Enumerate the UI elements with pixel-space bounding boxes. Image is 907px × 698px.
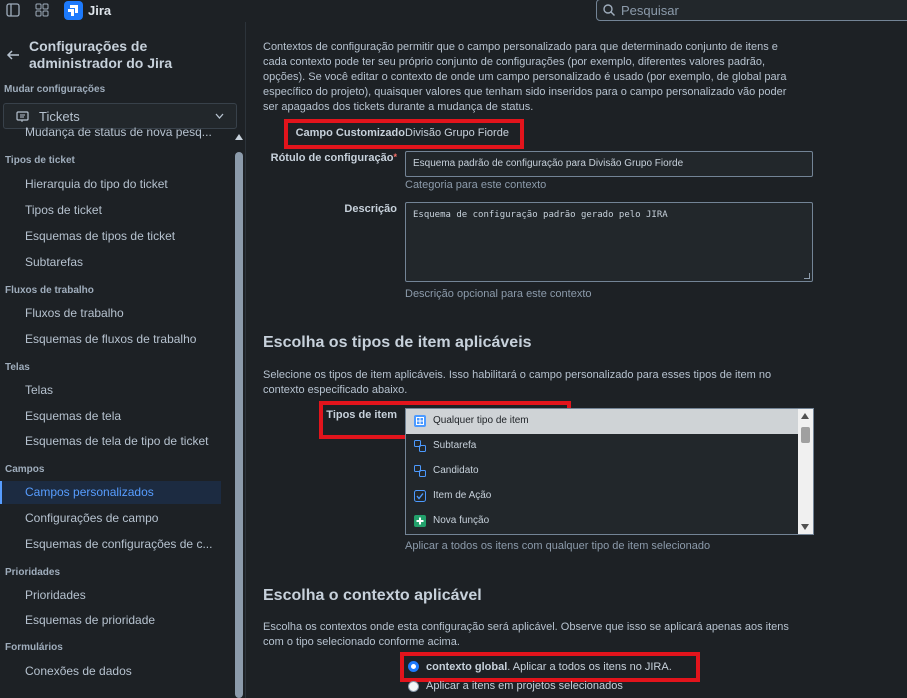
config-label-label: Rótulo de configuração* — [257, 152, 397, 164]
item-type-label: Item de Ação — [433, 490, 492, 501]
description-help: Descrição opcional para este contexto — [405, 288, 592, 300]
sidebar-item[interactable]: Campos personalizados — [25, 485, 220, 499]
sidebar-section-label: Tipos de ticket — [5, 155, 75, 166]
config-help: Categoria para este contexto — [405, 179, 547, 191]
sidebar-item[interactable]: Esquemas de tela — [25, 409, 220, 423]
sidebar-item[interactable]: Conexões de dados — [25, 664, 220, 678]
sidebar-section-label: Prioridades — [5, 567, 61, 578]
item-type-label: Qualquer tipo de item — [433, 415, 529, 426]
top-bar: Jira Pesquisar — [0, 0, 907, 22]
custom-field-label: Campo Customizado — [295, 127, 405, 139]
resize-handle-icon[interactable] — [804, 273, 810, 279]
item-type-option[interactable]: Qualquer tipo de item — [406, 409, 799, 434]
sidebar-item[interactable]: Subtarefas — [25, 255, 220, 269]
sidebar-item[interactable]: Prioridades — [25, 588, 220, 602]
item-type-option[interactable]: Subtarefa — [406, 434, 799, 459]
description-textarea[interactable]: Esquema de configuração padrão gerado pe… — [405, 202, 813, 282]
sidebar-item[interactable]: Esquemas de tela de tipo de ticket — [25, 434, 220, 448]
item-type-option[interactable]: Candidato — [406, 459, 799, 484]
required-mark: * — [393, 152, 397, 162]
ticket-icon — [16, 111, 29, 122]
context-global-rest: . Aplicar a todos os itens no JIRA. — [507, 661, 672, 673]
chevron-down-icon — [215, 113, 224, 119]
description-label: Descrição — [344, 203, 397, 215]
any-type-icon — [414, 415, 426, 427]
search-placeholder: Pesquisar — [621, 3, 679, 18]
sidebar-section-label: Campos — [5, 464, 45, 475]
item-type-label: Subtarefa — [433, 440, 477, 451]
plus-icon — [414, 515, 426, 527]
ticket-select-value: Tickets — [39, 109, 80, 124]
item-types-listbox[interactable]: Qualquer tipo de item Subtarefa Candidato I… — [405, 408, 814, 535]
item-type-option[interactable]: Nova função — [406, 509, 799, 534]
listbox-scroll-thumb[interactable] — [801, 427, 810, 443]
app-name[interactable]: Jira — [88, 3, 111, 18]
checkbox-icon — [414, 490, 426, 502]
sidebar-item[interactable]: Telas — [25, 383, 220, 397]
item-types-help: Aplicar a todos os itens com qualquer ti… — [405, 540, 711, 552]
sidebar-item[interactable]: Mudança de status de nova pesq... — [25, 125, 220, 139]
sidebar-scrollbar[interactable] — [233, 132, 245, 698]
sidebar-item[interactable]: Tipos de ticket — [25, 203, 220, 217]
scroll-thumb[interactable] — [235, 152, 243, 698]
sidebar-item[interactable]: Esquemas de prioridade — [25, 613, 220, 627]
description-value: Esquema de configuração padrão gerado pe… — [413, 210, 668, 220]
config-label-input[interactable]: Esquema padrão de configuração para Divi… — [405, 151, 813, 177]
scroll-up-arrow-icon[interactable] — [235, 134, 243, 140]
item-types-label: Tipos de item — [326, 409, 397, 421]
scroll-up-arrow-icon[interactable] — [801, 413, 809, 419]
item-types-paragraph: Selecione os tipos de item aplicáveis. I… — [263, 369, 772, 396]
subtask-icon — [414, 440, 426, 452]
back-arrow-icon[interactable] — [6, 48, 20, 62]
sidebar-section-label: Telas — [5, 362, 30, 373]
config-label-text: Rótulo de configuração — [270, 152, 394, 164]
sidebar-item[interactable]: Esquemas de tipos de ticket — [25, 229, 220, 243]
sidebar: Configurações de administrador do Jira M… — [0, 22, 246, 698]
item-type-label: Candidato — [433, 465, 479, 476]
context-projects-label: Aplicar a itens em projetos selecionados — [426, 680, 623, 692]
jira-logo-icon[interactable] — [64, 1, 83, 20]
context-global-label: contexto global. Aplicar a todos os iten… — [426, 661, 672, 673]
sidebar-toggle-icon[interactable] — [6, 3, 20, 17]
main-content: Contextos de configuração permitir que o… — [247, 22, 907, 698]
radio-selected-projects[interactable] — [408, 681, 419, 692]
sidebar-section-label: Fluxos de trabalho — [5, 285, 94, 296]
item-type-option[interactable]: Item de Ação — [406, 484, 799, 509]
sidebar-section-label: Formulários — [5, 642, 63, 653]
scroll-down-arrow-icon[interactable] — [801, 524, 809, 530]
sidebar-item[interactable]: Esquemas de fluxos de trabalho — [25, 332, 220, 346]
sidebar-item[interactable]: Fluxos de trabalho — [25, 306, 220, 320]
search-icon — [603, 4, 615, 16]
item-types-heading: Escolha os tipos de item aplicáveis — [263, 334, 532, 351]
sidebar-item[interactable]: Hierarquia do tipo do ticket — [25, 177, 220, 191]
sidebar-item[interactable]: Configurações de campo — [25, 511, 220, 525]
context-paragraph: Escolha os contextos onde esta configura… — [263, 621, 789, 648]
item-type-label: Nova função — [433, 515, 490, 526]
radio-global-context[interactable] — [408, 661, 419, 672]
app-switcher-icon[interactable] — [35, 3, 49, 17]
subtask-icon — [414, 465, 426, 477]
sidebar-item[interactable]: Esquemas de configurações de c... — [25, 537, 220, 551]
sidebar-title: Configurações de administrador do Jira — [29, 38, 173, 71]
listbox-scrollbar[interactable] — [798, 409, 813, 534]
intro-text: Contextos de configuração permitir que o… — [263, 41, 787, 113]
search-input[interactable]: Pesquisar — [596, 0, 907, 21]
custom-field-value: Divisão Grupo Fiorde — [405, 127, 509, 139]
context-global-bold: contexto global — [426, 661, 508, 673]
change-settings-label: Mudar configurações — [4, 84, 106, 95]
context-heading: Escolha o contexto aplicável — [263, 587, 482, 604]
